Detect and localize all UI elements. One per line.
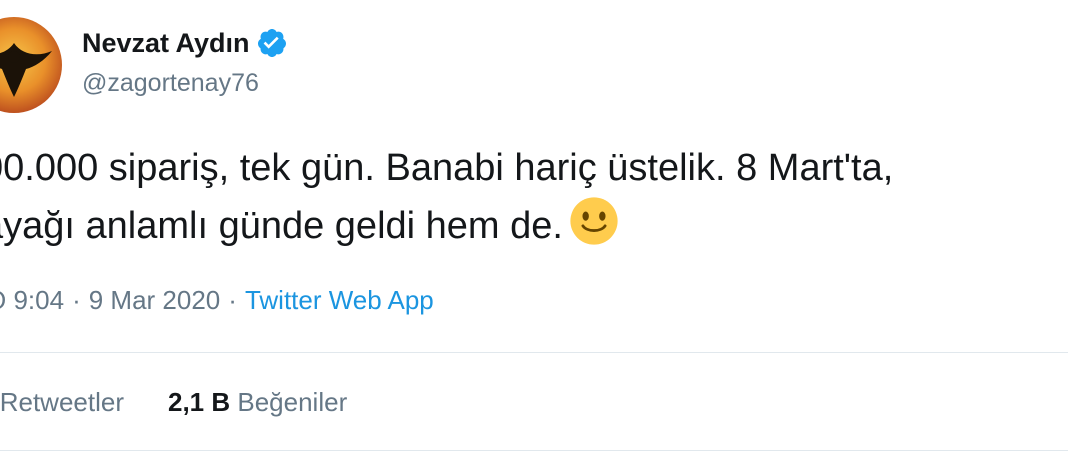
tweet-text-line-2: ayağı anlamlı günde geldi hem de. (0, 196, 1068, 252)
likes-label: Beğeniler (237, 387, 348, 417)
meta-separator: · (72, 285, 81, 315)
meta-separator: · (228, 285, 237, 315)
slightly-smiling-face-icon (569, 196, 619, 246)
tweet-stats: 5 Retweetler 2,1 B Beğeniler (0, 387, 347, 418)
display-name[interactable]: Nevzat Aydın (82, 27, 288, 59)
tweet-meta: Ö 9:04·9 Mar 2020·Twitter Web App (0, 285, 434, 316)
user-handle[interactable]: @zagortenay76 (82, 69, 259, 98)
verified-badge-icon (256, 27, 288, 59)
tweet-text-line-2-text: ayağı anlamlı günde geldi hem de. (0, 205, 563, 247)
retweets-label: Retweetler (0, 387, 124, 417)
tweet-time[interactable]: Ö 9:04 (0, 285, 64, 315)
likes-stat[interactable]: 2,1 B Beğeniler (168, 387, 347, 417)
tweet-text-line-1: 00.000 sipariş, tek gün. Banabi hariç üs… (0, 147, 894, 189)
avatar-image (0, 17, 62, 113)
retweets-stat[interactable]: 5 Retweetler (0, 387, 124, 417)
divider-bottom (0, 450, 1068, 451)
tweet-date[interactable]: 9 Mar 2020 (89, 285, 221, 315)
avatar[interactable] (0, 17, 62, 113)
divider-top (0, 352, 1068, 353)
tweet-text: 00.000 sipariş, tek gün. Banabi hariç üs… (0, 140, 1068, 252)
tweet-source-link[interactable]: Twitter Web App (245, 285, 434, 315)
display-name-text: Nevzat Aydın (82, 27, 250, 58)
likes-count: 2,1 B (167, 387, 231, 417)
